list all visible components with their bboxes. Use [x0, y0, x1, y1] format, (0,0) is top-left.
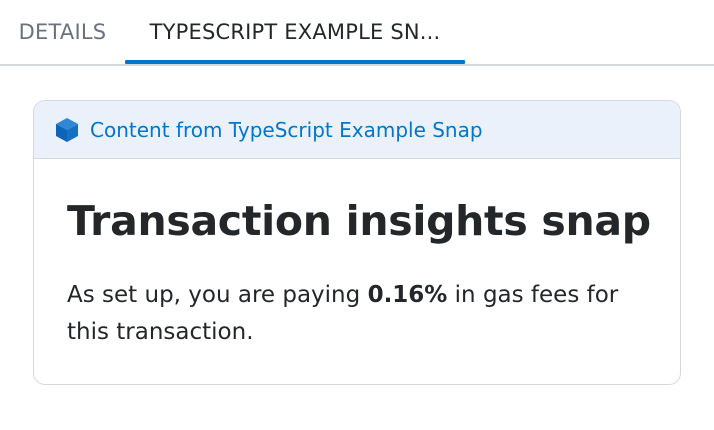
gas-fee-percentage: 0.16% — [367, 282, 448, 308]
insight-body-prefix: As set up, you are paying — [67, 282, 368, 308]
tab-details[interactable]: DETAILS — [0, 0, 125, 64]
insight-title: Transaction insights snap — [67, 197, 651, 245]
active-tab-indicator — [125, 60, 465, 64]
insight-body: As set up, you are paying 0.16% in gas f… — [67, 277, 652, 351]
snap-card-header: Content from TypeScript Example Snap — [34, 101, 680, 159]
tab-typescript-example-snap[interactable]: TYPESCRIPT EXAMPLE SN... — [125, 0, 465, 64]
snap-insight-card: Content from TypeScript Example Snap Tra… — [33, 100, 681, 385]
tab-bar: DETAILS TYPESCRIPT EXAMPLE SN... — [0, 0, 714, 66]
snap-source-label: Content from TypeScript Example Snap — [90, 118, 483, 142]
cube-icon — [54, 117, 80, 143]
